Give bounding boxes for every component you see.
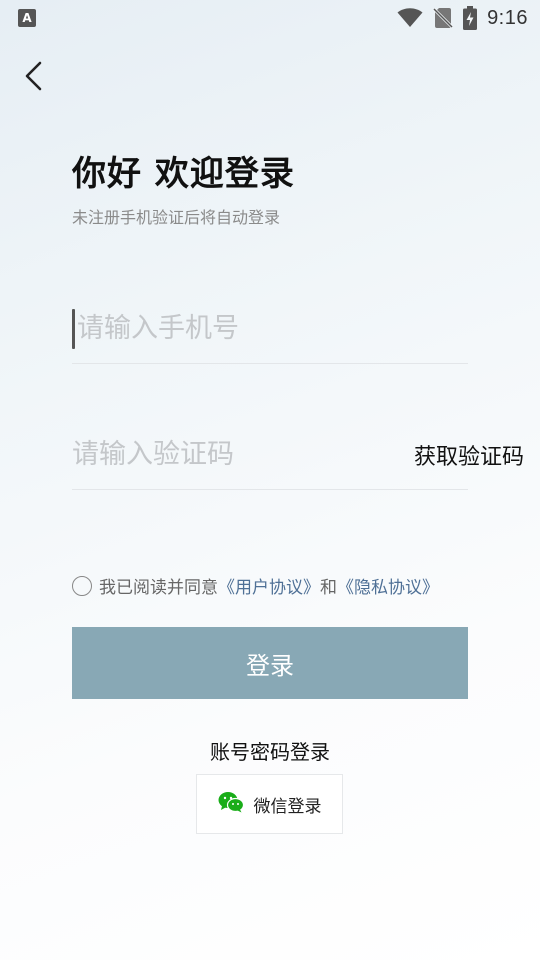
app-notification-icon: A (18, 9, 36, 27)
phone-field (72, 294, 468, 364)
clock: 9:16 (487, 6, 528, 29)
agreement-checkbox[interactable] (72, 575, 92, 596)
code-field: 获取验证码 (72, 420, 524, 490)
text-cursor (72, 308, 75, 349)
user-agreement-link[interactable]: 《用户协议》 (218, 573, 320, 598)
battery-charging-icon (463, 6, 478, 30)
get-code-button[interactable]: 获取验证码 (414, 439, 524, 471)
back-button[interactable] (14, 58, 54, 98)
chevron-left-icon (23, 61, 45, 95)
privacy-policy-link[interactable]: 《隐私协议》 (337, 573, 439, 598)
agreement-prefix: 我已阅读并同意 (99, 578, 218, 598)
page-subtitle: 未注册手机验证后将自动登录 (72, 208, 281, 227)
page-title: 你好 欢迎登录 (72, 154, 295, 194)
agreement-row: 我已阅读并同意 《用户协议》 和 《隐私协议》 (72, 573, 439, 598)
status-bar: A 9:16 (0, 0, 540, 36)
wifi-icon (397, 8, 423, 28)
login-button[interactable]: 登录 (72, 627, 468, 699)
password-login-link[interactable]: 账号密码登录 (0, 736, 540, 765)
wechat-login-label: 微信登录 (253, 796, 322, 817)
wechat-icon (218, 791, 244, 817)
verification-code-input[interactable] (72, 429, 414, 480)
wechat-login-button[interactable]: 微信登录 (196, 774, 343, 834)
agreement-conjunction: 和 (320, 578, 337, 598)
no-sim-icon (433, 7, 454, 29)
phone-input[interactable] (77, 303, 468, 354)
